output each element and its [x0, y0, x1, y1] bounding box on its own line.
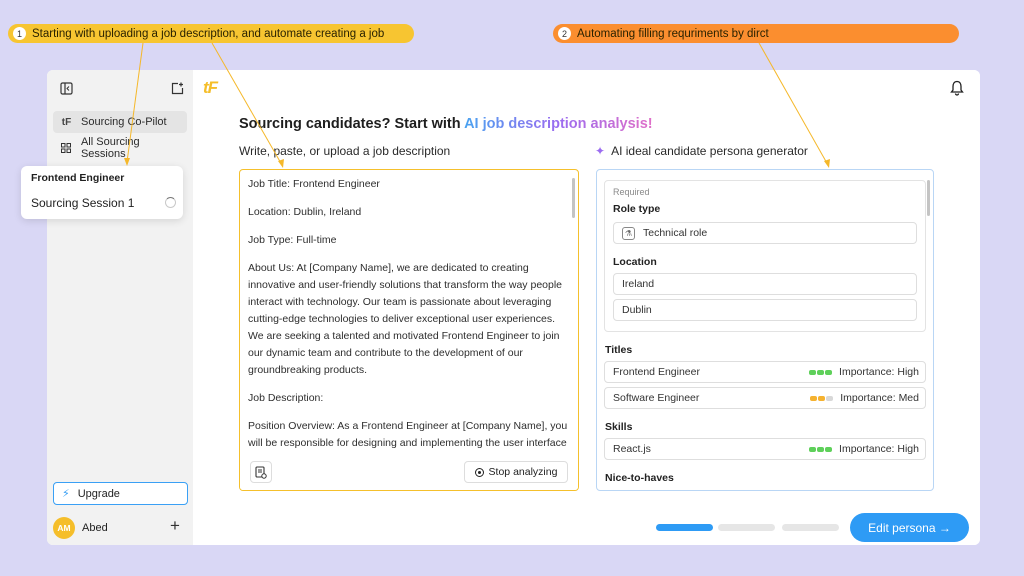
jd-footer: Stop analyzing [240, 456, 578, 490]
annotation-text: Automating filling requriments by dirct [577, 27, 769, 40]
role-type-value: Technical role [643, 227, 708, 239]
job-description-textarea[interactable]: Job Title: Frontend Engineer Location: D… [239, 169, 579, 491]
collapse-sidebar-icon[interactable] [58, 80, 74, 96]
stop-analyzing-button[interactable]: Stop analyzing [464, 461, 568, 483]
sidebar: tF Sourcing Co-Pilot All Sourcing Sessio… [47, 70, 193, 545]
location-field-country[interactable]: Ireland [613, 273, 917, 295]
jd-paragraph: Position Overview: As a Frontend Enginee… [248, 420, 568, 449]
title-row[interactable]: Frontend Engineer Importance: High [604, 361, 926, 383]
jd-paragraph: Job Description: [248, 392, 324, 404]
loading-spinner-icon [165, 197, 176, 208]
main-panel: tF Sourcing candidates? Start with AI jo… [193, 70, 980, 545]
session-popover[interactable]: Frontend Engineer Sourcing Session 1 [21, 166, 183, 219]
location-label: Location [613, 256, 657, 268]
title-row[interactable]: Software Engineer Importance: Med [604, 387, 926, 409]
avatar[interactable]: AM [53, 517, 75, 539]
importance-bars [810, 395, 834, 401]
importance-bars [809, 369, 833, 375]
title-value: Frontend Engineer [613, 366, 700, 378]
edit-persona-button[interactable]: Edit persona → [850, 513, 969, 542]
jd-paragraph: Job Title: Frontend Engineer [248, 178, 380, 190]
skill-row[interactable]: React.js Importance: High [604, 438, 926, 460]
role-type-label: Role type [613, 203, 661, 215]
jd-paragraph: About Us: At [Company Name], we are dedi… [248, 262, 563, 376]
plus-icon[interactable]: + [170, 517, 180, 535]
annotation-step-1: 1 Starting with uploading a job descript… [8, 24, 414, 43]
new-session-icon[interactable] [169, 80, 185, 96]
headline-plain: Sourcing candidates? Start with [239, 116, 465, 132]
importance-indicator: Importance: High [809, 443, 919, 455]
importance-label: Importance: High [839, 443, 919, 455]
persona-section-title: ✦ AI ideal candidate persona generator [595, 144, 808, 158]
location-value: Dublin [622, 304, 652, 316]
annotation-text: Starting with uploading a job descriptio… [32, 27, 385, 40]
app-window: tF Sourcing Co-Pilot All Sourcing Sessio… [47, 70, 980, 545]
upload-document-button[interactable] [250, 461, 272, 483]
sourcing-session-item[interactable]: Sourcing Session 1 [31, 196, 134, 210]
jd-section-title: Write, paste, or upload a job descriptio… [239, 144, 451, 158]
sidebar-item-label: All Sourcing Sessions [80, 136, 140, 160]
headline-accent: AI job description analysis! [464, 116, 653, 132]
scrollbar[interactable] [927, 180, 930, 216]
grid-icon [61, 143, 72, 154]
upgrade-label: Upgrade [77, 487, 120, 500]
stop-label: Stop analyzing [488, 466, 558, 478]
jd-paragraph: Job Type: Full-time [248, 234, 337, 246]
sidebar-item-label: Sourcing Co-Pilot [81, 116, 167, 128]
popover-title: Frontend Engineer [31, 172, 125, 184]
importance-label: Importance: Med [840, 392, 919, 404]
step-number: 2 [558, 27, 571, 40]
nice-to-haves-label: Nice-to-haves [605, 472, 674, 484]
persona-section-label: AI ideal candidate persona generator [611, 144, 808, 158]
progress-step-2 [718, 524, 775, 531]
progress-step-3 [782, 524, 839, 531]
sparkle-icon: ✦ [595, 144, 606, 158]
skills-label: Skills [605, 421, 633, 433]
sidebar-item-sourcing-copilot[interactable]: tF Sourcing Co-Pilot [53, 111, 187, 133]
jd-paragraph: Location: Dublin, Ireland [248, 206, 362, 218]
tf-logo-icon: tF [61, 116, 72, 128]
step-number: 1 [13, 27, 26, 40]
upgrade-button[interactable]: ⚡︎ Upgrade [53, 482, 188, 505]
skill-value: React.js [613, 443, 651, 455]
role-icon: ⚗ [622, 226, 635, 240]
titles-label: Titles [605, 344, 633, 356]
location-value: Ireland [622, 278, 655, 290]
importance-bars [809, 446, 833, 452]
title-value: Software Engineer [613, 392, 700, 404]
progress-step-1 [656, 524, 713, 531]
stop-icon [474, 467, 484, 477]
page-title: Sourcing candidates? Start with AI job d… [239, 116, 653, 132]
role-type-field[interactable]: ⚗ Technical role [613, 222, 917, 244]
brand-logo: tF [203, 78, 218, 97]
job-description-text: Job Title: Frontend Engineer Location: D… [248, 176, 570, 463]
scrollbar[interactable] [572, 178, 575, 218]
lightning-icon: ⚡︎ [62, 488, 70, 500]
required-label: Required [613, 187, 650, 197]
location-field-city[interactable]: Dublin [613, 299, 917, 321]
document-icon [255, 465, 267, 479]
sidebar-item-all-sessions[interactable]: All Sourcing Sessions [53, 136, 187, 160]
persona-panel: Required Role type ⚗ Technical role Loca… [596, 169, 934, 491]
annotation-step-2: 2 Automating filling requriments by dirc… [553, 24, 959, 43]
bell-icon[interactable] [950, 80, 964, 96]
user-name: Abed [82, 522, 108, 534]
importance-label: Importance: High [839, 366, 919, 378]
importance-indicator: Importance: High [809, 366, 919, 378]
importance-indicator: Importance: Med [810, 392, 919, 404]
required-section: Required Role type ⚗ Technical role Loca… [604, 180, 926, 332]
